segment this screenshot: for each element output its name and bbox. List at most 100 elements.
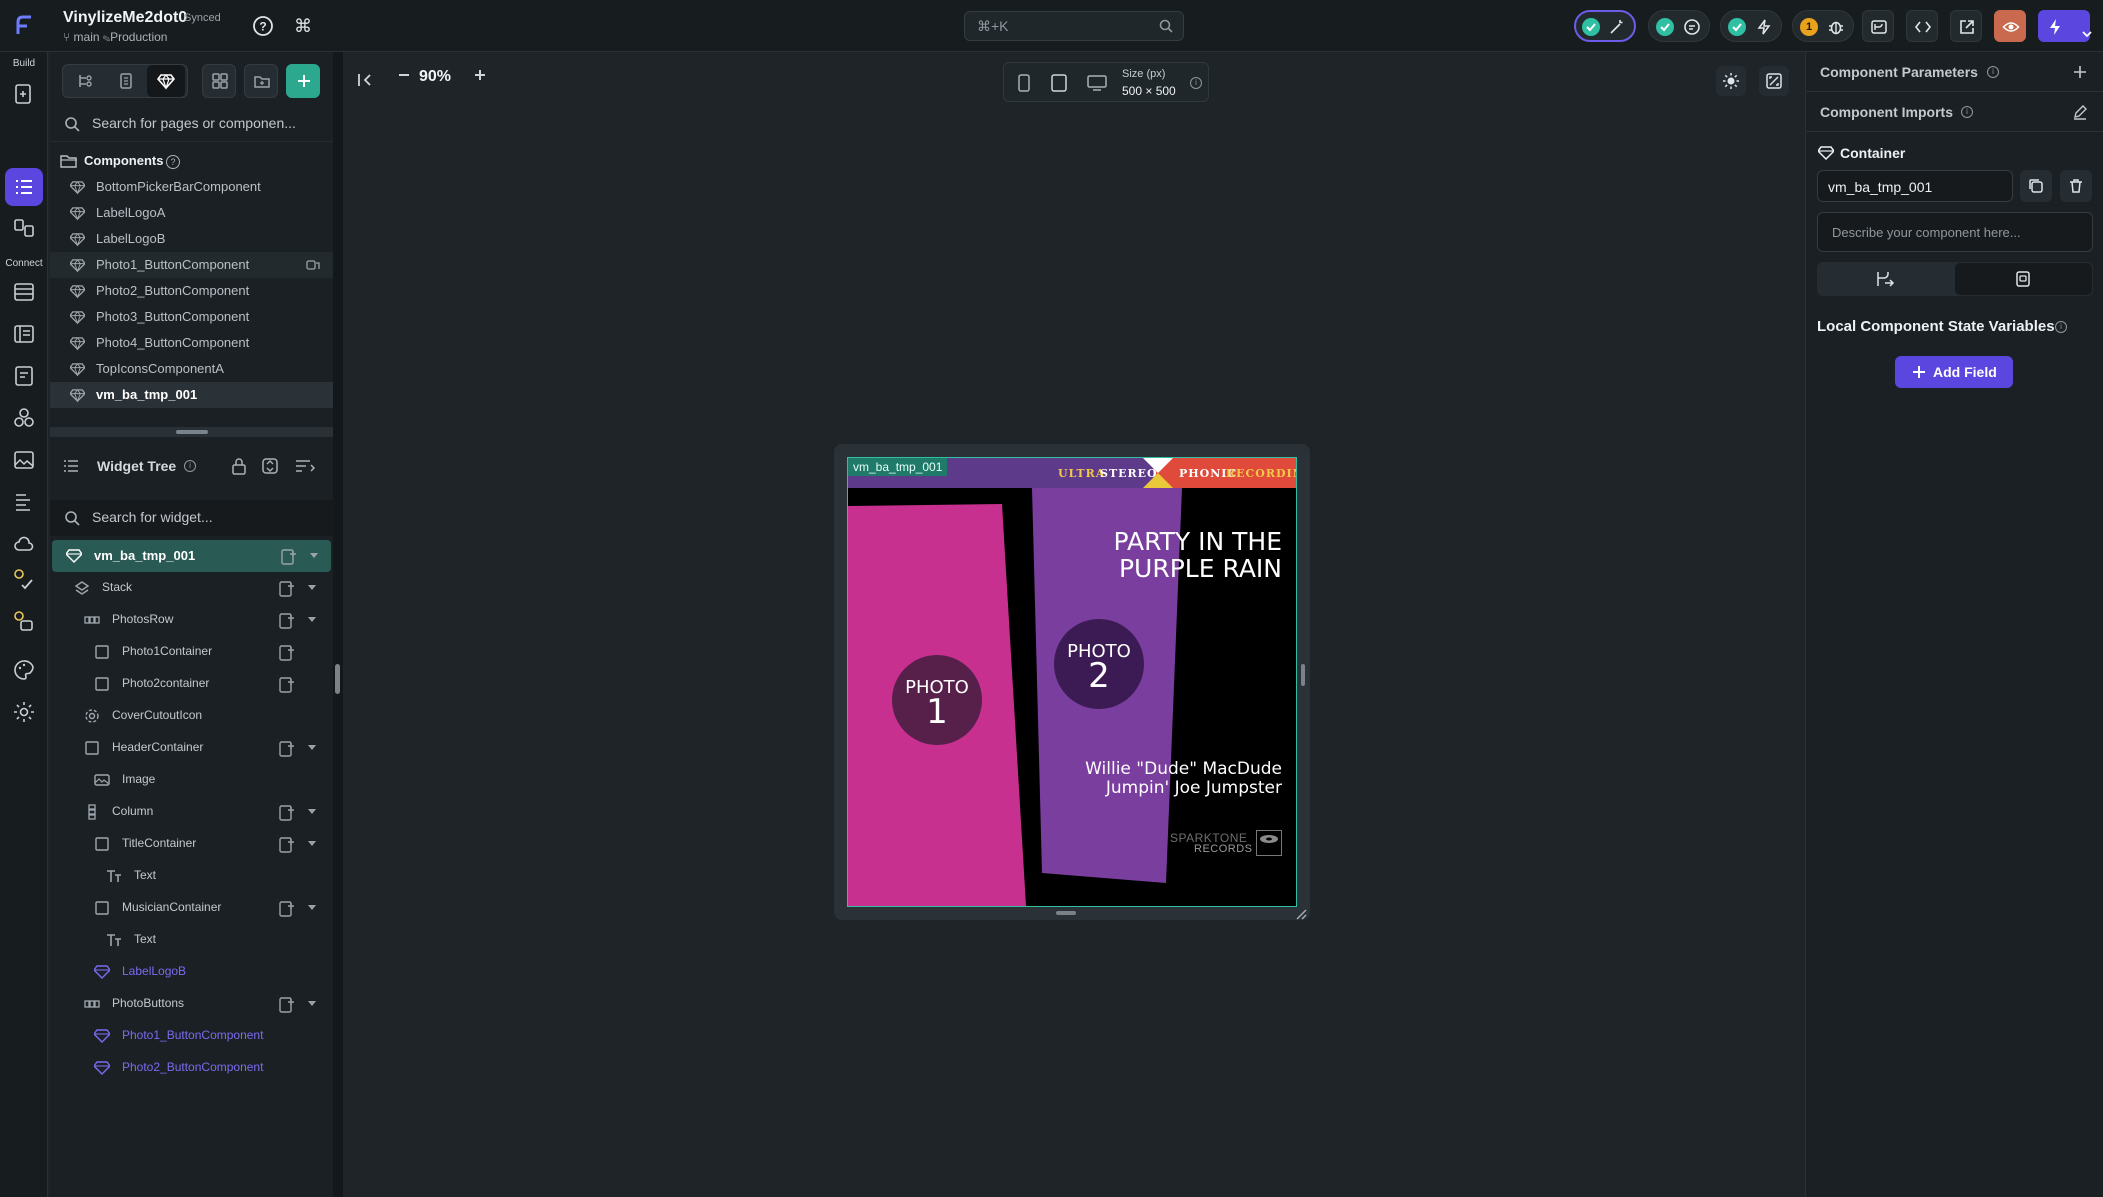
pages-mode-icon[interactable] [107,65,145,97]
lock-icon[interactable] [231,457,247,475]
zoom-level[interactable]: 90% [419,68,451,86]
components-mode-icon[interactable] [147,65,185,97]
add-child-icon[interactable] [280,548,298,566]
light-mode-toggle[interactable] [1716,66,1746,96]
widget-tree-item[interactable]: vm_ba_tmp_001 [52,540,331,572]
widget-tree-item[interactable]: Photo1_ButtonComponent [50,1020,333,1052]
height-resize-handle[interactable] [1056,911,1076,915]
app-state-icon[interactable] [12,364,36,388]
help-icon[interactable]: ? [166,155,180,169]
widget-tree-item[interactable]: Photo2_ButtonComponent [50,1052,333,1084]
widget-tree-item[interactable]: Text [50,924,333,956]
phone-icon[interactable] [1016,73,1032,93]
add-child-icon[interactable] [278,804,296,822]
responsive-toggle[interactable] [1759,66,1789,96]
theme-icon[interactable] [12,658,36,682]
agents-icon[interactable] [12,610,36,634]
component-list-item[interactable]: LabelLogoB [50,226,333,252]
database-icon[interactable] [12,280,36,304]
widget-tree-item[interactable]: Stack [50,572,333,604]
component-list-item[interactable]: BottomPickerBarComponent [50,174,333,200]
component-list-item[interactable]: Photo2_ButtonComponent [50,278,333,304]
widget-tree-item[interactable]: TitleContainer [50,828,333,860]
chevron-down-icon[interactable] [2075,23,2092,38]
pages-search[interactable]: Search for pages or componen... [50,106,333,142]
description-field[interactable]: Describe your component here... [1817,212,2093,252]
widget-tree-item[interactable]: Text [50,860,333,892]
add-child-icon[interactable] [278,580,296,598]
add-child-icon[interactable] [278,900,296,918]
add-page-icon[interactable] [12,82,36,106]
add-field-button[interactable]: Add Field [1895,356,2013,388]
storyboard-icon[interactable] [12,216,36,240]
add-child-icon[interactable] [278,836,296,854]
edit-pencil-icon[interactable] [2072,104,2088,120]
add-child-icon[interactable] [278,740,296,758]
caret-down-icon[interactable] [308,841,316,847]
caret-down-icon[interactable] [308,745,316,751]
tab-actions[interactable] [1817,262,1955,296]
collapse-panel-icon[interactable] [355,70,375,90]
open-external-button[interactable] [1950,10,1982,42]
add-child-icon[interactable] [278,676,296,694]
add-child-icon[interactable] [278,612,296,630]
component-list-item[interactable]: LabelLogoA [50,200,333,226]
widget-tree-item[interactable]: Photo2container [50,668,333,700]
caret-down-icon[interactable] [308,905,316,911]
widget-tree-item[interactable]: MusicianContainer [50,892,333,924]
info-icon[interactable]: i [1190,77,1202,89]
widget-tree-item[interactable]: LabelLogoB [50,956,333,988]
widget-tree-item[interactable]: CoverCutoutIcon [50,700,333,732]
resizer-handle[interactable] [335,664,340,694]
new-folder-button[interactable] [244,64,278,98]
splitter-handle[interactable] [176,430,208,434]
component-parameters-row[interactable]: Component Parameters i [1806,52,2103,92]
widget-tree-item[interactable]: PhotoButtons [50,988,333,1020]
tree-mode-icon[interactable] [67,65,105,97]
issues-pill[interactable]: 1 [1792,10,1854,42]
zoom-out-icon[interactable] [395,66,413,84]
component-list-item[interactable]: Photo3_ButtonComponent [50,304,333,330]
branching-button[interactable] [1862,10,1894,42]
add-component-button[interactable] [286,64,320,98]
panel-splitter[interactable] [50,427,333,437]
caret-down-icon[interactable] [310,553,318,559]
add-child-icon[interactable] [278,644,296,662]
branch-info[interactable]: ⑂ main ✎Production [63,30,167,44]
component-list-item[interactable]: Photo4_ButtonComponent [50,330,333,356]
actions-pill[interactable] [1720,10,1782,42]
command-icon[interactable]: ⌘ [292,15,314,37]
add-child-icon[interactable] [278,996,296,1014]
caret-down-icon[interactable] [308,809,316,815]
component-list-item[interactable]: vm_ba_tmp_001 [50,382,333,408]
zoom-in-icon[interactable] [471,66,489,84]
widget-tree-item[interactable]: PhotosRow [50,604,333,636]
custom-code-icon[interactable] [12,490,36,514]
expand-collapse-icon[interactable] [261,457,279,475]
info-icon[interactable]: i [2055,321,2067,333]
info-icon[interactable]: i [1961,106,1973,118]
command-search-input[interactable]: ⌘+K [964,11,1184,41]
grid-view-button[interactable] [202,64,236,98]
left-panel-resizer[interactable] [333,52,343,1197]
widget-tree-item[interactable]: HeaderContainer [50,732,333,764]
component-list-item[interactable]: TopIconsComponentA [50,356,333,382]
component-list-item[interactable]: Photo1_ButtonComponent [50,252,333,278]
widget-tree-item[interactable]: Image [50,764,333,796]
duplicate-button[interactable] [2020,170,2052,202]
caret-down-icon[interactable] [308,585,316,591]
desktop-icon[interactable] [1086,73,1108,93]
tests-icon[interactable] [12,567,36,591]
test-mode-pill[interactable] [1574,10,1636,42]
widget-search[interactable]: Search for widget... [50,500,333,536]
widget-tree-item[interactable]: Column [50,796,333,828]
info-icon[interactable]: i [1987,66,1999,78]
cloud-functions-icon[interactable] [12,532,36,556]
component-options-icon[interactable] [306,259,320,271]
api-calls-icon[interactable] [12,322,36,346]
components-folder-header[interactable]: Components ? [50,148,333,174]
tab-properties[interactable] [1955,263,2092,295]
preview-button[interactable] [1994,10,2026,42]
media-assets-icon[interactable] [12,448,36,472]
photo2-button[interactable]: PHOTO 2 [1054,619,1144,709]
